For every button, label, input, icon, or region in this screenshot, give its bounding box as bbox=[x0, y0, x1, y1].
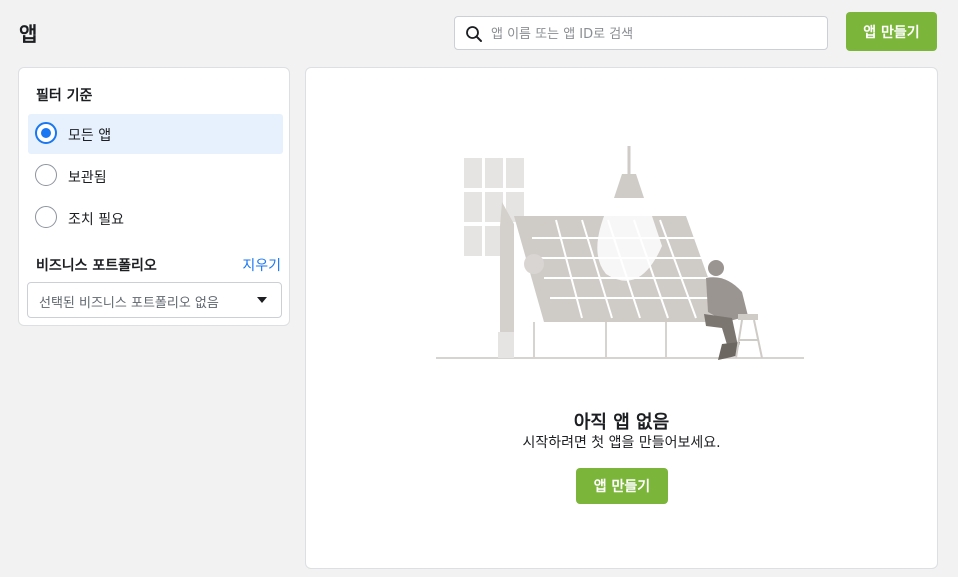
empty-state-subtitle: 시작하려면 첫 앱을 만들어보세요. bbox=[522, 435, 721, 451]
create-app-button[interactable]: 앱 만들기 bbox=[846, 12, 937, 51]
radio-button[interactable] bbox=[35, 206, 57, 228]
filter-option-label: 조치 필요 bbox=[68, 212, 124, 228]
person-at-drafting-table-illustration bbox=[436, 146, 804, 360]
filter-option-action-required[interactable]: 조치 필요 bbox=[28, 198, 283, 238]
search-icon bbox=[465, 25, 483, 43]
search-box[interactable] bbox=[454, 16, 828, 51]
filter-option-label: 모든 앱 bbox=[68, 128, 112, 144]
page-title: 앱 bbox=[19, 22, 38, 46]
caret-down-icon bbox=[257, 297, 267, 303]
filter-panel: 필터 기준 모든 앱 보관됨 조치 필요 비즈니스 포트폴리오 지우기 선택된 … bbox=[18, 67, 290, 326]
filter-heading: 필터 기준 bbox=[36, 88, 93, 104]
filter-option-label: 보관됨 bbox=[68, 170, 107, 186]
empty-state-title: 아직 앱 없음 bbox=[573, 412, 670, 433]
search-input[interactable] bbox=[489, 17, 823, 51]
create-app-button-empty-state[interactable]: 앱 만들기 bbox=[576, 468, 668, 504]
main-panel: 아직 앱 없음 시작하려면 첫 앱을 만들어보세요. 앱 만들기 bbox=[305, 67, 938, 569]
radio-button[interactable] bbox=[35, 164, 57, 186]
clear-link[interactable]: 지우기 bbox=[242, 255, 281, 275]
filter-option-all-apps[interactable]: 모든 앱 bbox=[28, 114, 283, 154]
radio-button[interactable] bbox=[35, 122, 57, 144]
portfolio-heading: 비즈니스 포트폴리오 bbox=[36, 258, 157, 274]
filter-option-archived[interactable]: 보관됨 bbox=[28, 156, 283, 196]
portfolio-select[interactable]: 선택된 비즈니스 포트폴리오 없음 bbox=[27, 282, 282, 318]
portfolio-select-value: 선택된 비즈니스 포트폴리오 없음 bbox=[39, 296, 219, 311]
